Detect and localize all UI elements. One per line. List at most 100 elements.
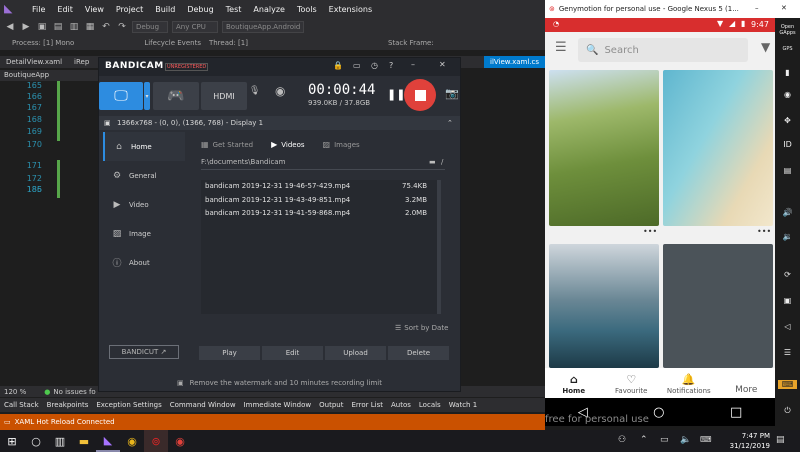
game-mode-button[interactable]: 🎮 (153, 82, 199, 110)
forward-icon[interactable]: ▶ (20, 21, 32, 33)
people-icon[interactable]: ⚇ (618, 435, 626, 445)
product-image-hills[interactable] (549, 70, 659, 226)
screen-mode-dropdown[interactable]: ▾ (144, 82, 150, 110)
menu-build[interactable]: Build (155, 5, 175, 14)
stop-record-button[interactable] (404, 79, 436, 111)
folder-icon[interactable]: ▭ (353, 61, 361, 70)
stack-frame-select[interactable]: Stack Frame: (388, 39, 434, 47)
close-icon[interactable]: ✕ (439, 60, 446, 69)
tab-breakpoints[interactable]: Breakpoints (47, 401, 89, 409)
home-circle-icon[interactable]: ○ (653, 405, 664, 420)
task-view-icon[interactable]: ▥ (48, 430, 72, 452)
redo-icon[interactable]: ↷ (116, 21, 128, 33)
clock-icon[interactable]: ◷ (371, 61, 378, 70)
new-item-icon[interactable]: ▣ (36, 21, 48, 33)
webcam-icon[interactable]: ◉ (275, 84, 285, 98)
sidebar-item-general[interactable]: ⚙ General (103, 161, 185, 190)
language-icon[interactable]: ⌨ (700, 435, 712, 444)
menu-tools[interactable]: Tools (297, 5, 317, 14)
scale-icon[interactable]: ▣ (778, 296, 797, 305)
more-options-icon[interactable]: ••• (757, 227, 771, 236)
tab-error-list[interactable]: Error List (351, 401, 383, 409)
nav-favourite[interactable]: ♡ Favourite (603, 368, 661, 398)
tab-videos[interactable]: ▶ Videos (271, 140, 304, 149)
sidebar-item-about[interactable]: ⓘ About (103, 248, 185, 277)
save-icon[interactable]: ▥ (68, 21, 80, 33)
tab-output[interactable]: Output (319, 401, 343, 409)
product-image-ice[interactable] (549, 244, 659, 368)
menu-file[interactable]: File (32, 5, 45, 14)
zoom-level[interactable]: 120 % (4, 388, 26, 396)
menu-project[interactable]: Project (116, 5, 143, 14)
screenshot-camera-icon[interactable]: 📷 (445, 87, 459, 100)
tab-detailview-xaml[interactable]: DetailView.xaml (0, 56, 68, 68)
platform-select[interactable]: Any CPU (172, 21, 218, 33)
product-image-placeholder[interactable] (663, 244, 773, 368)
tab-exception-settings[interactable]: Exception Settings (96, 401, 161, 409)
output-folder-path[interactable]: F:\documents\Bandicam ▬ / (201, 158, 445, 170)
sidebar-item-image[interactable]: ▨ Image (103, 219, 185, 248)
tab-irep[interactable]: iRep (68, 56, 95, 68)
menu-icon[interactable]: ☰ (778, 348, 797, 357)
power-icon[interactable]: ⏻ (778, 406, 797, 416)
tab-get-started[interactable]: ▦ Get Started (201, 140, 253, 149)
upload-button[interactable]: Upload (325, 346, 386, 360)
chevron-up-icon[interactable]: ⌃ (447, 116, 453, 130)
menu-analyze[interactable]: Analyze (253, 5, 285, 14)
sort-by-date-button[interactable]: ☰ Sort by Date (395, 324, 448, 332)
minimize-icon[interactable]: – (411, 60, 415, 69)
thread-select[interactable]: Thread: [1] (209, 39, 248, 47)
play-button[interactable]: Play (199, 346, 260, 360)
rotate-icon[interactable]: ⟳ (778, 270, 797, 279)
volume-icon[interactable]: 🔈 (680, 435, 691, 445)
issues-indicator[interactable]: No issues fo (53, 388, 95, 396)
lock-icon[interactable]: 🔒 (333, 61, 343, 70)
bandicut-button[interactable]: BANDICUT ↗ (109, 345, 179, 359)
help-icon[interactable]: ? (389, 61, 393, 70)
menu-test[interactable]: Test (226, 5, 242, 14)
search-icon[interactable]: ○ (24, 430, 48, 452)
process-select[interactable]: Process: [1] Mono (12, 39, 74, 47)
list-item[interactable]: bandicam 2019-12-31 19-46-57-429.mp4 75.4… (201, 182, 431, 194)
list-item[interactable]: bandicam 2019-12-31 19-41-59-868.mp4 2.0M… (201, 209, 431, 221)
chat-icon[interactable]: ▤ (778, 166, 797, 175)
volume-down-icon[interactable]: 🔉 (778, 232, 797, 241)
save-all-icon[interactable]: ▦ (84, 21, 96, 33)
edit-button[interactable]: Edit (262, 346, 323, 360)
move-icon[interactable]: ✥ (778, 116, 797, 125)
microphone-icon[interactable]: 🎙 (249, 86, 260, 96)
back-icon[interactable]: ◀ (4, 21, 16, 33)
minimize-icon[interactable]: – (755, 4, 759, 12)
target-resolution-bar[interactable]: ▣ 1366x768 - (0, 0), (1366, 768) - Displ… (99, 116, 460, 130)
open-gapps-button[interactable]: Open GApps (778, 24, 797, 36)
tab-call-stack[interactable]: Call Stack (4, 401, 39, 409)
nav-home[interactable]: ⌂ Home (545, 368, 603, 398)
taskbar-clock[interactable]: 7:47 PM 31/12/2019 (730, 431, 770, 451)
lifecycle-events[interactable]: Lifecycle Events (144, 39, 201, 47)
menu-view[interactable]: View (85, 5, 104, 14)
back-icon[interactable]: ◁ (778, 322, 797, 331)
volume-up-icon[interactable]: 🔊 (778, 208, 797, 217)
sidebar-item-home[interactable]: ⌂ Home (103, 132, 185, 161)
project-select[interactable]: BoutiqueApp.Android (222, 21, 304, 33)
tab-locals[interactable]: Locals (419, 401, 441, 409)
bandicam-icon[interactable]: ◉ (168, 430, 192, 452)
tab-watch-1[interactable]: Watch 1 (449, 401, 477, 409)
menu-debug[interactable]: Debug (187, 5, 213, 14)
tab-command-window[interactable]: Command Window (170, 401, 236, 409)
undo-icon[interactable]: ↶ (100, 21, 112, 33)
folder-open-icon[interactable]: ▬ (429, 158, 436, 166)
filter-icon[interactable]: ▼ (761, 40, 770, 54)
menu-icon[interactable]: ☰ (555, 40, 567, 55)
keyboard-icon[interactable]: ⌨ (778, 380, 797, 389)
camera-icon[interactable]: ◉ (778, 90, 797, 99)
bandicam-footer[interactable]: ▣ Remove the watermark and 10 minutes rec… (99, 376, 460, 390)
open-icon[interactable]: ▤ (52, 21, 64, 33)
battery-icon[interactable]: ▮ (778, 68, 797, 77)
network-icon[interactable]: ▭ (660, 435, 669, 445)
windows-start-icon[interactable]: ⊞ (0, 430, 24, 452)
menu-extensions[interactable]: Extensions (329, 5, 372, 14)
list-item[interactable]: bandicam 2019-12-31 19-43-49-851.mp4 3.2M… (201, 196, 431, 208)
recents-square-icon[interactable]: □ (730, 405, 742, 420)
nav-more[interactable]: More (718, 368, 776, 398)
